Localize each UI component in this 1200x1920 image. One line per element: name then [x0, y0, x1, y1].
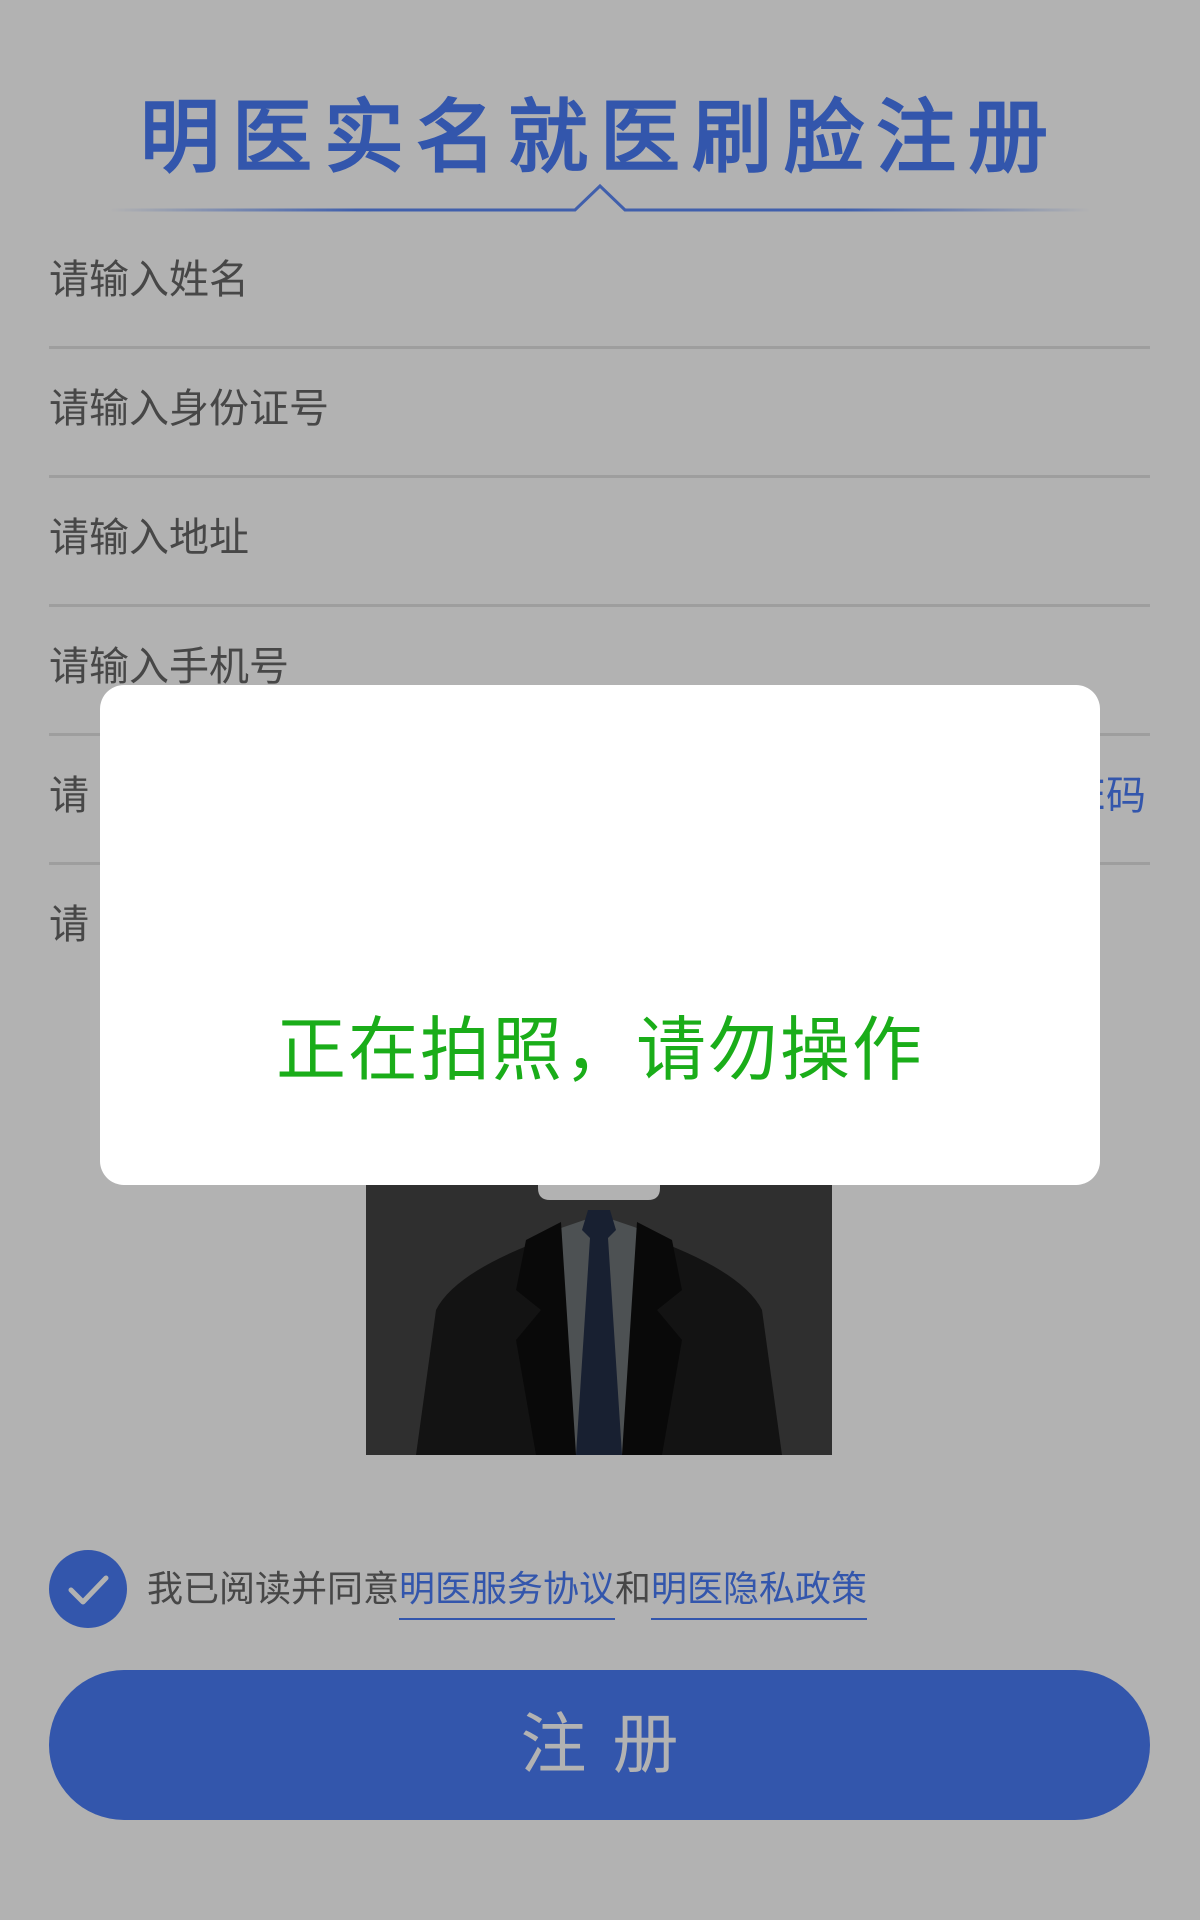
- capturing-dialog: 正在拍照，请勿操作: [100, 685, 1100, 1185]
- capturing-message: 正在拍照，请勿操作: [276, 1009, 924, 1091]
